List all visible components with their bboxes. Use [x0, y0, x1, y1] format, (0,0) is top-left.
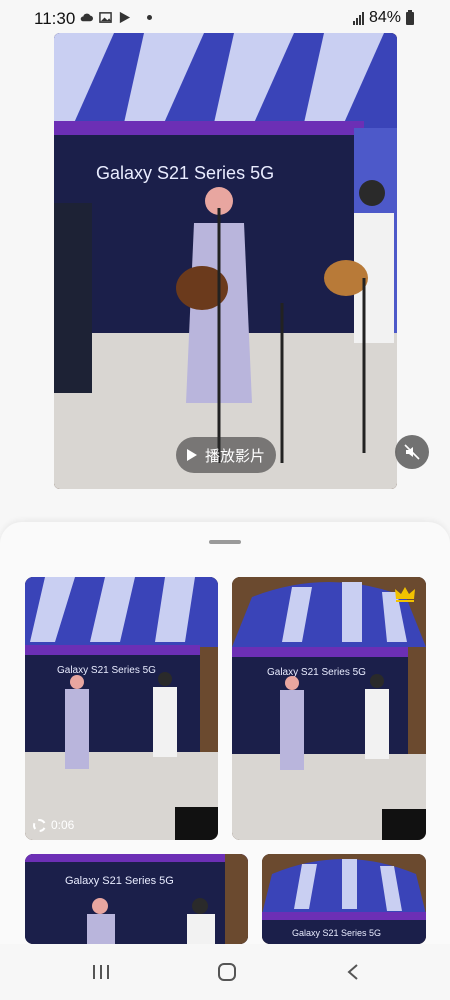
thumbnail-banner-text: Galaxy S21 Series 5G: [57, 665, 156, 676]
battery-icon: [406, 9, 414, 25]
concert-photo: Galaxy S21 Series 5G: [54, 33, 397, 489]
notification-icons: [80, 11, 152, 24]
back-button[interactable]: [338, 958, 368, 986]
duration-text: 0:06: [51, 818, 75, 832]
navigation-bar: [0, 944, 450, 1000]
thumbnail-image: Galaxy S21 Series 5G: [232, 577, 426, 840]
cloud-icon: [80, 13, 93, 22]
home-button[interactable]: [212, 958, 242, 986]
recent-apps-button[interactable]: [86, 958, 116, 986]
back-icon: [347, 964, 358, 980]
recents-icon: [93, 965, 109, 979]
thumbnail-video[interactable]: Galaxy S21 Series 5G 0:06: [25, 577, 218, 840]
thumbnail-photo[interactable]: Galaxy S21 Series 5G: [262, 854, 426, 944]
status-bar: 11:30 84%: [0, 0, 450, 36]
thumbnail-image: Galaxy S21 Series 5G: [25, 854, 248, 944]
sheet-drag-handle[interactable]: [209, 540, 241, 544]
play-video-label: 播放影片: [204, 447, 265, 465]
crown-icon: [395, 587, 415, 602]
play-video-button[interactable]: 播放影片: [176, 437, 276, 473]
thumbnail-photo[interactable]: Galaxy S21 Series 5G: [232, 577, 426, 840]
thumbnail-banner-text: Galaxy S21 Series 5G: [65, 875, 174, 887]
video-duration: 0:06: [33, 818, 74, 832]
status-time: 11:30: [34, 9, 76, 28]
signal-icon: [352, 11, 364, 25]
status-right: 84%: [352, 9, 414, 27]
related-media-sheet[interactable]: Galaxy S21 Series 5G 0:06 Galaxy S21 Ser…: [0, 522, 450, 1000]
thumbnail-banner-text: Galaxy S21 Series 5G: [267, 667, 366, 678]
media-viewer[interactable]: Galaxy S21 Series 5G 播放影片: [54, 33, 397, 489]
thumbnail-banner-text: Galaxy S21 Series 5G: [292, 928, 381, 938]
motion-photo-icon: [33, 818, 46, 832]
thumbnail-image: Galaxy S21 Series 5G: [262, 854, 426, 944]
mute-icon: [404, 444, 420, 460]
play-icon: [186, 449, 197, 461]
more-notifications-dot: [147, 15, 152, 20]
home-icon: [218, 963, 236, 981]
battery-percent: 84%: [368, 9, 401, 26]
thumbnail-image: Galaxy S21 Series 5G: [25, 577, 218, 840]
mute-button[interactable]: [395, 435, 429, 469]
banner-text: Galaxy S21 Series 5G: [96, 163, 274, 183]
thumbnail-photo[interactable]: Galaxy S21 Series 5G: [25, 854, 248, 944]
play-store-icon: [119, 11, 131, 24]
gallery-icon: [99, 12, 112, 23]
